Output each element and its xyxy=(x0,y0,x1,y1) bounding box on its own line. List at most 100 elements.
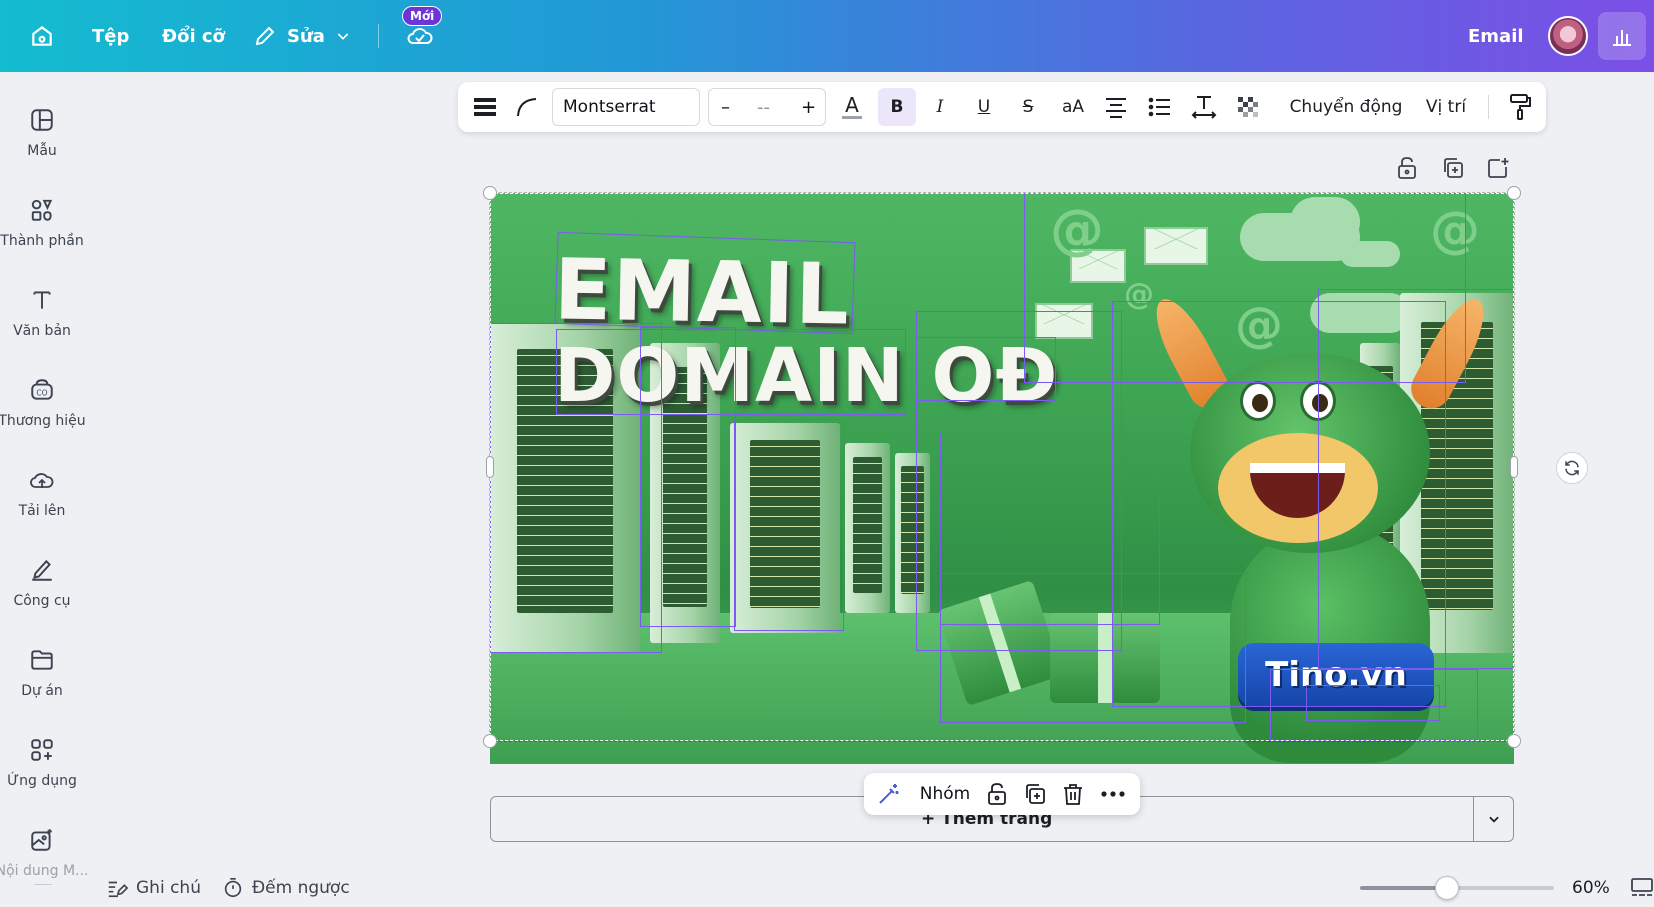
bar-chart-icon xyxy=(1613,30,1631,46)
text-icon xyxy=(27,285,57,315)
sidebar-item-elements[interactable]: Thành phần xyxy=(0,182,84,262)
zoom-level[interactable]: 60% xyxy=(1572,868,1610,907)
duplicate-button[interactable] xyxy=(1020,773,1050,815)
transparency-button[interactable] xyxy=(1232,82,1264,132)
headline-line-2[interactable]: DOMAIN OĐ xyxy=(554,333,1058,419)
sidebar-item-templates[interactable]: Mẫu xyxy=(0,92,84,172)
chevron-down-icon xyxy=(337,33,349,40)
zoom-slider-thumb[interactable] xyxy=(1435,876,1460,900)
resize-handle[interactable] xyxy=(483,186,497,200)
paint-roller-icon xyxy=(1510,94,1531,120)
edit-menu[interactable]: Sửa xyxy=(253,0,351,72)
sidebar-item-label: Văn bản xyxy=(13,323,71,339)
at-symbol: @ xyxy=(1235,297,1283,353)
group-button[interactable]: Nhóm xyxy=(914,773,976,815)
timer-button[interactable]: Đếm ngược xyxy=(222,868,350,907)
resize-menu[interactable]: Đổi cỡ xyxy=(162,0,225,72)
sidebar-item-label: Mẫu xyxy=(27,143,57,159)
brand-logo-button[interactable]: Tino.vn xyxy=(1238,643,1434,707)
zoom-slider[interactable] xyxy=(1360,876,1554,900)
sidebar-item-upload[interactable]: Tải lên xyxy=(0,452,84,532)
new-badge: Mới xyxy=(402,6,443,26)
timer-label: Đếm ngược xyxy=(252,877,350,898)
lock-button[interactable] xyxy=(982,773,1012,815)
rotate-button[interactable] xyxy=(1556,452,1588,484)
sidebar-item-brand[interactable]: CO Thương hiệu xyxy=(0,362,86,442)
add-page-icon-button[interactable] xyxy=(1486,156,1510,184)
resize-handle[interactable] xyxy=(1510,456,1518,478)
zoom-slider-fill xyxy=(1360,886,1448,890)
cloud-shape xyxy=(1340,241,1400,267)
cloud-shape xyxy=(1290,197,1360,247)
sidebar-item-label: Tải lên xyxy=(18,503,66,519)
position-button[interactable]: Vị trí xyxy=(1416,82,1476,132)
edit-label: Sửa xyxy=(287,25,325,47)
bold-button[interactable]: B xyxy=(878,88,916,126)
topbar-divider xyxy=(378,24,379,48)
sidebar-item-apps[interactable]: Ứng dụng xyxy=(0,722,84,802)
resize-handle[interactable] xyxy=(1507,186,1521,200)
lock-page-button[interactable] xyxy=(1396,156,1418,184)
magic-edit-button[interactable] xyxy=(874,773,904,815)
letter-case-button[interactable]: aA xyxy=(1056,82,1090,132)
chevron-down-icon xyxy=(1489,816,1499,823)
svg-text:A: A xyxy=(845,93,859,117)
transparency-icon xyxy=(1238,97,1258,117)
magic-media-icon xyxy=(27,825,57,855)
more-options-button[interactable] xyxy=(1096,773,1130,815)
align-button[interactable] xyxy=(1100,82,1132,132)
at-symbol: @ xyxy=(1430,201,1480,259)
font-family-select[interactable]: Montserrat xyxy=(552,88,700,126)
selection-box xyxy=(940,433,1160,625)
page-view-button[interactable] xyxy=(1630,868,1654,907)
decrease-size-button[interactable]: – xyxy=(721,97,730,118)
apps-icon xyxy=(27,735,57,765)
sidebar-item-text[interactable]: Văn bản xyxy=(0,272,84,352)
increase-size-button[interactable]: + xyxy=(801,97,816,118)
design-page[interactable]: @ @ @ @ EMAIL DOMAIN OĐ Tino.vn xyxy=(490,193,1514,764)
insights-button[interactable] xyxy=(1598,12,1646,60)
font-size-value[interactable]: -- xyxy=(757,97,770,118)
file-menu[interactable]: Tệp xyxy=(92,0,129,72)
pages-view-icon xyxy=(1631,877,1653,896)
timer-icon xyxy=(224,877,242,897)
curve-text-button[interactable] xyxy=(512,82,542,132)
home-button[interactable] xyxy=(22,0,62,72)
resize-handle[interactable] xyxy=(483,734,497,748)
underline-button[interactable]: U xyxy=(968,82,1000,132)
headline-line-1[interactable]: EMAIL xyxy=(553,240,850,343)
add-page-options-button[interactable] xyxy=(1475,797,1513,841)
resize-handle[interactable] xyxy=(486,456,494,478)
document-title[interactable]: Email xyxy=(1468,0,1524,72)
sidebar-item-label: Dự án xyxy=(21,683,63,699)
upload-icon xyxy=(27,465,57,495)
lock-icon xyxy=(1398,157,1416,179)
sidebar-item-tools[interactable]: Công cụ xyxy=(0,542,84,622)
list-button[interactable] xyxy=(1144,82,1176,132)
delete-button[interactable] xyxy=(1058,773,1088,815)
font-size-stepper[interactable]: – -- + xyxy=(708,88,826,126)
sidebar-item-label: Ứng dụng xyxy=(7,773,77,789)
resize-handle[interactable] xyxy=(1507,734,1521,748)
spacing-button[interactable] xyxy=(1188,82,1220,132)
notes-label: Ghi chú xyxy=(136,877,201,898)
svg-text:CO: CO xyxy=(36,388,47,397)
more-icon xyxy=(1101,791,1125,797)
notes-button[interactable]: Ghi chú xyxy=(106,868,201,907)
sidebar-item-projects[interactable]: Dự án xyxy=(0,632,84,712)
brand-icon: CO xyxy=(27,375,57,405)
avatar[interactable] xyxy=(1548,16,1588,56)
at-symbol: @ xyxy=(1124,277,1154,312)
magic-wand-icon xyxy=(879,784,899,804)
italic-button[interactable]: I xyxy=(924,82,956,132)
folder-icon xyxy=(27,645,57,675)
text-color-button[interactable]: A xyxy=(836,82,868,132)
menu-button[interactable] xyxy=(470,82,500,132)
strikethrough-button[interactable]: S xyxy=(1012,82,1044,132)
elements-icon xyxy=(27,195,57,225)
server-rack xyxy=(730,423,840,633)
text-color-icon: A xyxy=(842,93,862,119)
animate-button[interactable]: Chuyển động xyxy=(1284,82,1408,132)
duplicate-page-button[interactable] xyxy=(1441,156,1465,184)
copy-style-button[interactable] xyxy=(1504,82,1536,132)
